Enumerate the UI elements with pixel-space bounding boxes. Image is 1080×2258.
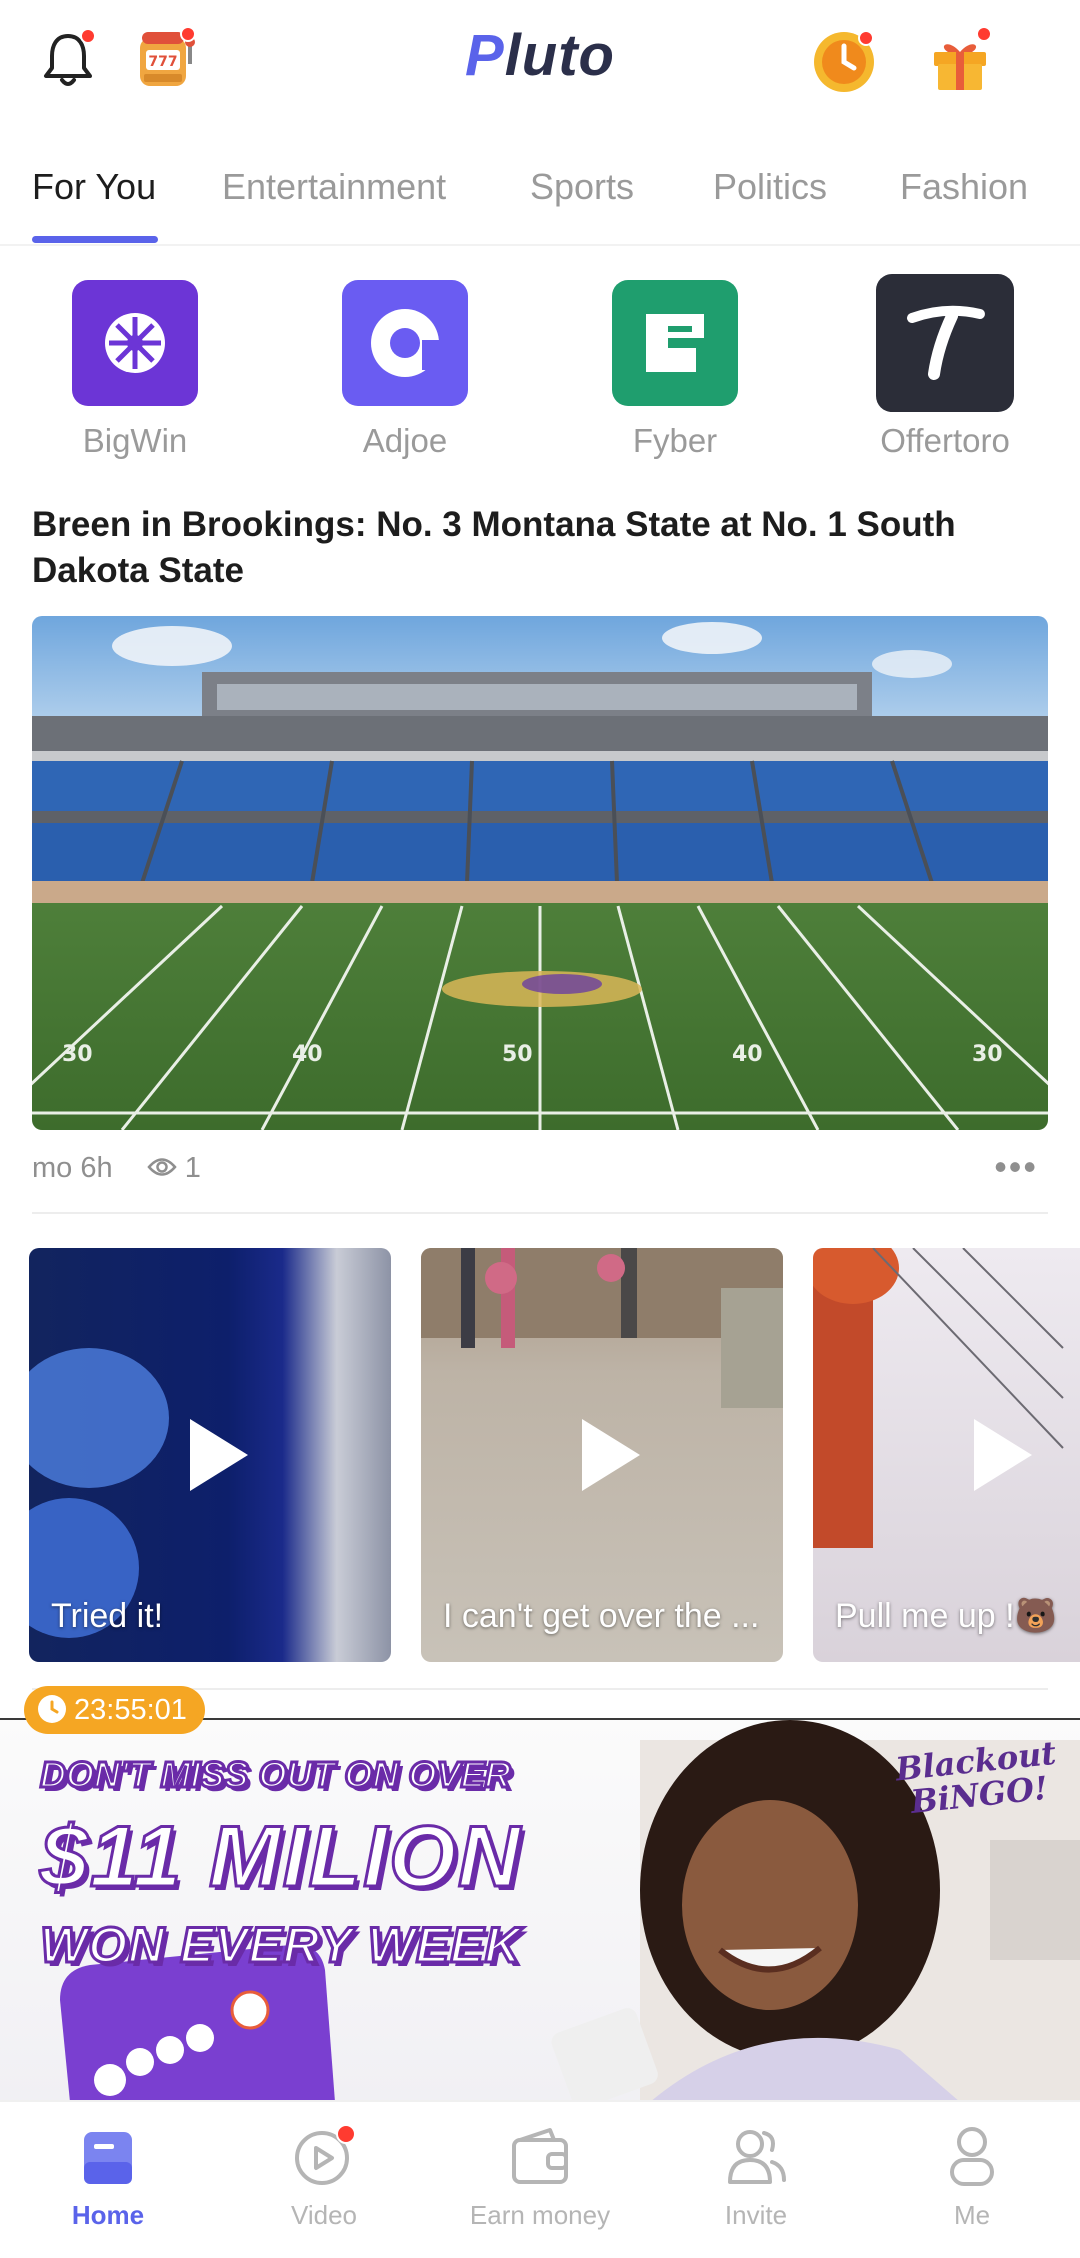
svg-text:30: 30	[972, 1042, 1003, 1067]
nav-label: Home	[71, 2200, 145, 2230]
svg-text:50: 50	[502, 1042, 533, 1067]
article-image[interactable]: 30 40 50 40 30	[32, 616, 1048, 1130]
tab-entertainment[interactable]: Entertainment	[222, 166, 446, 208]
top-header: 777 Pluto	[0, 0, 1080, 130]
wheel-icon	[72, 280, 198, 406]
wallet-icon	[508, 2124, 572, 2188]
nav-video[interactable]: Video	[216, 2124, 432, 2231]
partner-label: BigWin	[82, 422, 188, 459]
nav-label: Me	[953, 2200, 991, 2230]
ad-headline-line3: WON EVERY WEEK	[39, 1916, 523, 1975]
article-time: mo 6h	[32, 1152, 113, 1184]
ad-headline-line2: $11 MILION	[39, 1808, 522, 1907]
fyber-logo-icon	[612, 280, 738, 406]
tab-sports[interactable]: Sports	[530, 166, 634, 208]
more-options-icon[interactable]: •••	[994, 1146, 1038, 1188]
nav-earn-money[interactable]: Earn money	[432, 2124, 648, 2231]
nav-home[interactable]: Home	[0, 2124, 216, 2231]
gift-icon[interactable]	[924, 24, 996, 96]
play-icon	[582, 1419, 640, 1491]
play-icon	[974, 1419, 1032, 1491]
video-card[interactable]: Tried it!	[29, 1248, 391, 1662]
tab-politics[interactable]: Politics	[713, 166, 827, 208]
partner-adjoe[interactable]: Adjoe	[315, 280, 495, 460]
nav-label: Video	[290, 2200, 358, 2230]
logo-text: luto	[504, 23, 615, 88]
tab-for-you[interactable]: For You	[32, 166, 156, 208]
timer-value: 23:55:01	[74, 1694, 187, 1726]
video-card[interactable]: I can't get over the ...	[421, 1248, 783, 1662]
bottom-navigation: Home Video Earn money Invite Me	[0, 2100, 1080, 2258]
tab-fashion[interactable]: Fashion	[900, 166, 1028, 208]
eye-icon	[147, 1153, 177, 1186]
partner-offertoro[interactable]: Offertoro	[855, 274, 1035, 460]
ad-headline-line1: DON'T MISS OUT ON OVER	[39, 1753, 513, 1797]
ad-banner[interactable]: DON'T MISS OUT ON OVER $11 MILION WON EV…	[0, 1718, 1080, 2100]
at-sign-icon	[342, 280, 468, 406]
app-logo: Pluto	[465, 23, 615, 88]
nav-me[interactable]: Me	[864, 2124, 1080, 2231]
video-caption: Pull me up !🐻	[835, 1597, 1057, 1635]
divider	[32, 1212, 1048, 1214]
short-videos-row: Tried it! I can't get over the ... Pull …	[0, 1248, 1080, 1662]
partner-bigwin[interactable]: BigWin	[45, 280, 225, 460]
video-caption: Tried it!	[51, 1597, 164, 1635]
category-tabs: For You Entertainment Sports Politics Fa…	[0, 150, 1080, 246]
clock-icon	[38, 1695, 66, 1724]
nav-label: Earn money	[469, 2200, 611, 2230]
partner-apps-row: BigWin Adjoe Fyber Offertoro	[0, 274, 1080, 480]
video-card[interactable]: Pull me up !🐻	[813, 1248, 1080, 1662]
video-play-icon	[292, 2124, 356, 2188]
svg-text:40: 40	[292, 1042, 323, 1067]
users-icon	[724, 2124, 788, 2188]
svg-text:30: 30	[62, 1042, 93, 1067]
partner-label: Adjoe	[362, 422, 448, 459]
partner-label: Fyber	[632, 422, 718, 459]
svg-text:40: 40	[732, 1042, 763, 1067]
video-caption: I can't get over the ...	[443, 1597, 760, 1635]
active-tab-indicator	[32, 236, 158, 243]
play-icon	[190, 1419, 248, 1491]
partner-label: Offertoro	[880, 422, 1010, 459]
nav-label: Invite	[724, 2200, 788, 2230]
article-meta: mo 6h 1 •••	[32, 1146, 1048, 1192]
home-icon	[76, 2124, 140, 2188]
article-headline[interactable]: Breen in Brookings: No. 3 Montana State …	[32, 502, 1032, 594]
coin-timer-icon[interactable]	[810, 24, 882, 96]
ad-brand-logo: Blackout BiNGO!	[894, 1734, 1061, 1821]
nav-invite[interactable]: Invite	[648, 2124, 864, 2231]
partner-fyber[interactable]: Fyber	[585, 280, 765, 460]
view-count: 1	[184, 1152, 201, 1184]
offertoro-logo-icon	[876, 274, 1014, 412]
profile-icon	[940, 2124, 1004, 2188]
ad-countdown-timer: 23:55:01	[24, 1686, 205, 1734]
